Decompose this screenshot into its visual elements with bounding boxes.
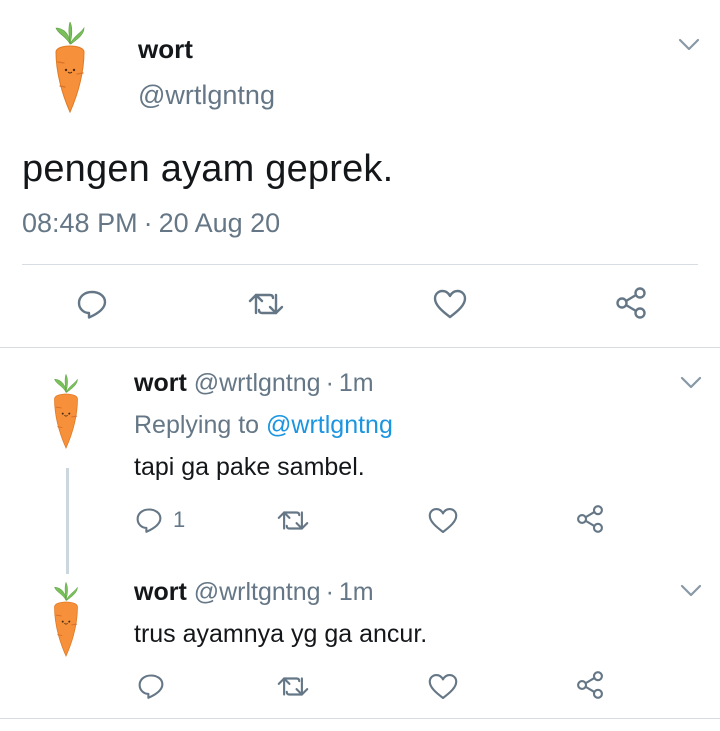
divider: [0, 718, 720, 719]
tweet-timestamp[interactable]: 08:48 PM · 20 Aug 20: [22, 208, 280, 239]
reply-text: trus ayamnya yg ga ancur.: [134, 620, 428, 648]
share-icon[interactable]: [575, 504, 605, 534]
tweet-actions: [0, 286, 720, 326]
like-icon[interactable]: [428, 507, 458, 534]
retweet-icon[interactable]: [277, 507, 309, 534]
share-icon[interactable]: [575, 670, 605, 700]
mention-link[interactable]: @wrtlgntng: [266, 411, 393, 439]
meta-separator: ·: [143, 208, 153, 238]
chevron-down-icon[interactable]: [678, 38, 700, 52]
replying-prefix: Replying to: [134, 411, 260, 439]
meta-separator: ·: [325, 369, 334, 397]
carrot-icon: [48, 22, 92, 114]
author-handle[interactable]: @wrtlgntng: [194, 369, 321, 397]
reply-icon: [135, 506, 163, 534]
author-name[interactable]: wort: [134, 578, 187, 606]
like-icon[interactable]: [428, 673, 458, 700]
tweet-text: pengen ayam geprek.: [22, 148, 394, 190]
chevron-down-icon[interactable]: [680, 376, 702, 390]
tweet-date: 20 Aug 20: [158, 208, 281, 238]
reply-text: tapi ga pake sambel.: [134, 453, 365, 481]
carrot-icon: [48, 372, 84, 452]
avatar[interactable]: [48, 580, 84, 660]
reply-count: 1: [173, 507, 186, 532]
author-name[interactable]: wort: [138, 34, 193, 65]
reply-icon[interactable]: [76, 288, 108, 320]
reply-header: wort @wrltgntng · 1m: [134, 578, 374, 607]
reply-icon[interactable]: [137, 672, 165, 700]
tweet-time: 08:48 PM: [22, 208, 138, 238]
divider: [0, 347, 720, 348]
share-icon[interactable]: [614, 286, 648, 320]
divider: [22, 264, 698, 265]
main-tweet: wort @wrtlgntng pengen ayam geprek. 08:4…: [0, 0, 720, 348]
author-handle[interactable]: @wrtlgntng: [138, 80, 275, 111]
retweet-icon[interactable]: [277, 673, 309, 700]
author-name[interactable]: wort: [134, 369, 187, 397]
meta-separator: ·: [325, 578, 334, 606]
reply-button[interactable]: 1: [135, 506, 185, 534]
reply-age: 1m: [338, 578, 374, 606]
avatar[interactable]: [48, 372, 84, 452]
chevron-down-icon[interactable]: [680, 584, 702, 598]
avatar[interactable]: [48, 22, 92, 114]
reply-age: 1m: [338, 369, 374, 397]
like-icon[interactable]: [433, 289, 467, 319]
retweet-icon[interactable]: [248, 289, 284, 319]
replying-to: Replying to @wrtlgntng: [134, 411, 393, 440]
thread-line: [66, 468, 69, 574]
carrot-icon: [48, 580, 84, 660]
reply-header: wort @wrtlgntng · 1m: [134, 369, 374, 398]
author-handle[interactable]: @wrltgntng: [194, 578, 321, 606]
